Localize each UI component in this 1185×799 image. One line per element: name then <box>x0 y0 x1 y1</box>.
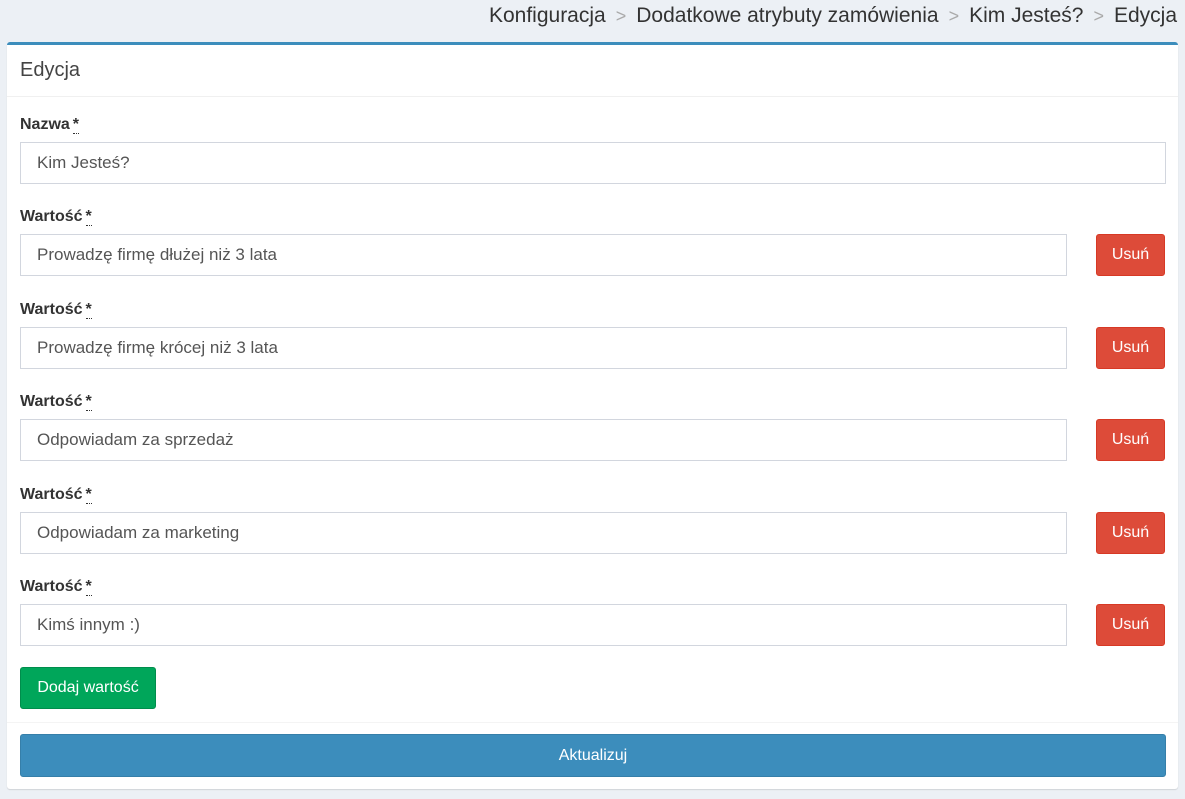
name-field-group: Nazwa * <box>20 115 1166 184</box>
name-input[interactable] <box>20 142 1166 184</box>
value-input[interactable] <box>20 512 1067 554</box>
breadcrumb-item-attribute[interactable]: Kim Jesteś? <box>969 4 1083 28</box>
remove-value-button[interactable]: Usuń <box>1096 512 1165 554</box>
required-mark: * <box>85 578 92 596</box>
breadcrumb-separator: > <box>948 5 960 26</box>
value-field-group: Wartość * <box>20 300 1067 369</box>
value-label: Wartość * <box>20 486 92 504</box>
required-mark: * <box>85 208 92 226</box>
value-label: Wartość * <box>20 208 92 226</box>
required-mark: * <box>85 486 92 504</box>
remove-value-button[interactable]: Usuń <box>1096 419 1165 461</box>
remove-value-button[interactable]: Usuń <box>1096 604 1165 646</box>
value-label: Wartość * <box>20 578 92 596</box>
value-field-group: Wartość * <box>20 207 1067 276</box>
value-field-group: Wartość * <box>20 577 1067 646</box>
required-mark: * <box>85 301 92 319</box>
box-title: Edycja <box>20 59 81 81</box>
value-input[interactable] <box>20 234 1067 276</box>
remove-value-button[interactable]: Usuń <box>1096 234 1165 276</box>
value-field-group: Wartość * <box>20 485 1067 554</box>
value-field-group: Wartość * <box>20 392 1067 461</box>
value-label: Wartość * <box>20 393 92 411</box>
edit-box: Edycja Nazwa* Wartość* Usuń Wartość* Usu… <box>7 42 1178 789</box>
add-value-button[interactable]: Dodaj wartość <box>20 667 156 709</box>
value-input[interactable] <box>20 419 1067 461</box>
remove-value-button[interactable]: Usuń <box>1096 327 1165 369</box>
breadcrumb-item-konfiguracja[interactable]: Konfiguracja <box>489 4 606 28</box>
breadcrumb-separator: > <box>615 5 627 26</box>
box-footer-divider <box>7 722 1178 723</box>
value-label: Wartość * <box>20 301 92 319</box>
name-label: Nazwa * <box>20 116 80 134</box>
required-mark: * <box>72 116 80 134</box>
breadcrumb-item-attributes[interactable]: Dodatkowe atrybuty zamówienia <box>636 4 938 28</box>
breadcrumb-separator: > <box>1093 5 1104 26</box>
box-header: Edycja <box>7 45 1178 97</box>
update-button[interactable]: Aktualizuj <box>20 734 1166 777</box>
required-mark: * <box>85 393 92 411</box>
value-input[interactable] <box>20 327 1067 369</box>
breadcrumb: Konfiguracja > Dodatkowe atrybuty zamówi… <box>489 4 1177 28</box>
value-input[interactable] <box>20 604 1067 646</box>
breadcrumb-item-current: Edycja <box>1113 4 1177 27</box>
